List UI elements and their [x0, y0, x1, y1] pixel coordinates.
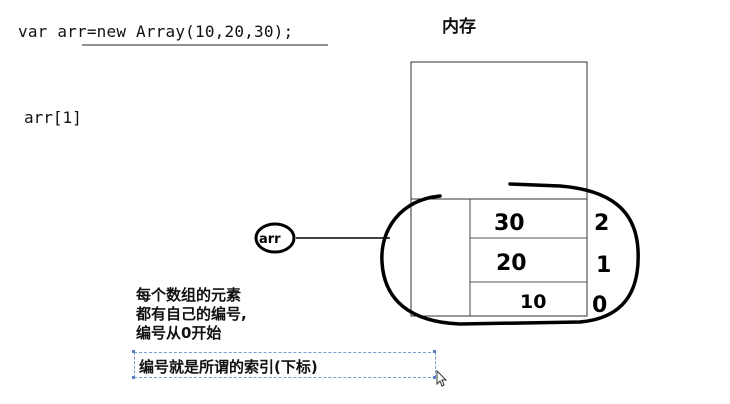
- textbox-handle[interactable]: [132, 376, 135, 379]
- cell-value: 10: [520, 291, 546, 313]
- explanation-note: 每个数组的元素 都有自己的编号, 编号从0开始: [136, 286, 247, 343]
- arr-variable-label: arr: [259, 232, 281, 247]
- note-line: 编号从0开始: [136, 324, 222, 342]
- textbox-handle[interactable]: [433, 350, 436, 353]
- index-note-textbox[interactable]: 编号就是所谓的索引(下标): [134, 352, 436, 378]
- memory-block: [410, 61, 588, 317]
- cell-index: 2: [594, 211, 609, 236]
- cell-value: 20: [496, 251, 527, 276]
- textbox-handle[interactable]: [132, 350, 135, 353]
- mouse-cursor-icon: [436, 370, 448, 387]
- cell-index: 0: [592, 293, 607, 318]
- note-line: 都有自己的编号,: [136, 305, 247, 323]
- cell-index: 1: [596, 253, 611, 278]
- cell-value: 30: [494, 211, 525, 236]
- note-line: 每个数组的元素: [136, 286, 242, 304]
- memory-diagram: arr 30 20 10 2 1 0: [82, 44, 640, 326]
